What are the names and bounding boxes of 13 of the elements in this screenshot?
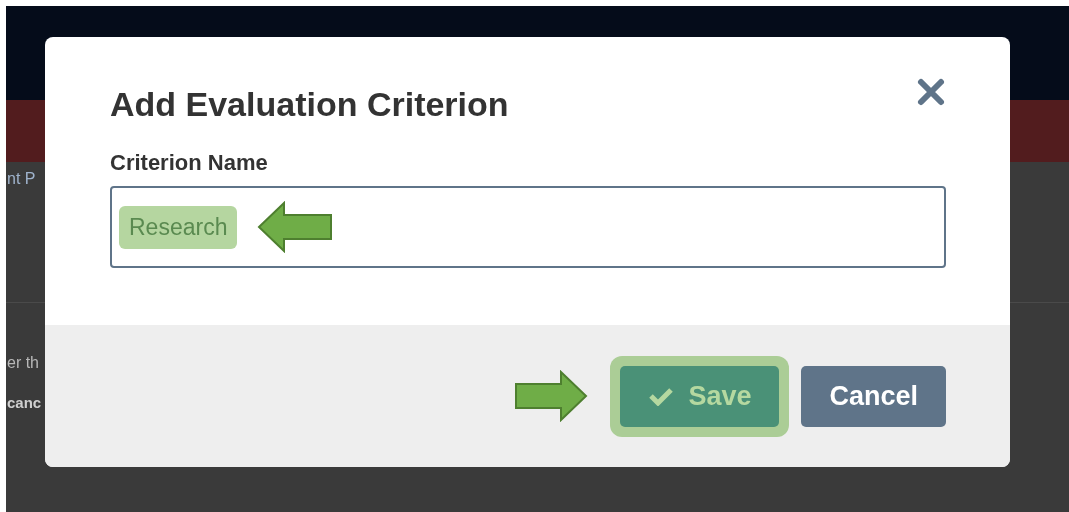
dialog-title: Add Evaluation Criterion: [110, 85, 509, 124]
checkmark-icon: [648, 386, 675, 406]
page-text: er th: [7, 354, 39, 372]
field-value: Research: [119, 205, 238, 249]
close-icon[interactable]: [916, 77, 946, 107]
cancel-button[interactable]: Cancel: [801, 365, 946, 427]
arrow-icon: [257, 201, 334, 253]
page-text: canc: [7, 394, 42, 411]
save-button[interactable]: Save: [620, 365, 780, 427]
arrow-icon: [514, 370, 589, 422]
page-text: nt P: [7, 170, 36, 188]
criterion-name-field[interactable]: Research: [110, 186, 946, 268]
field-label: Criterion Name: [110, 150, 269, 176]
